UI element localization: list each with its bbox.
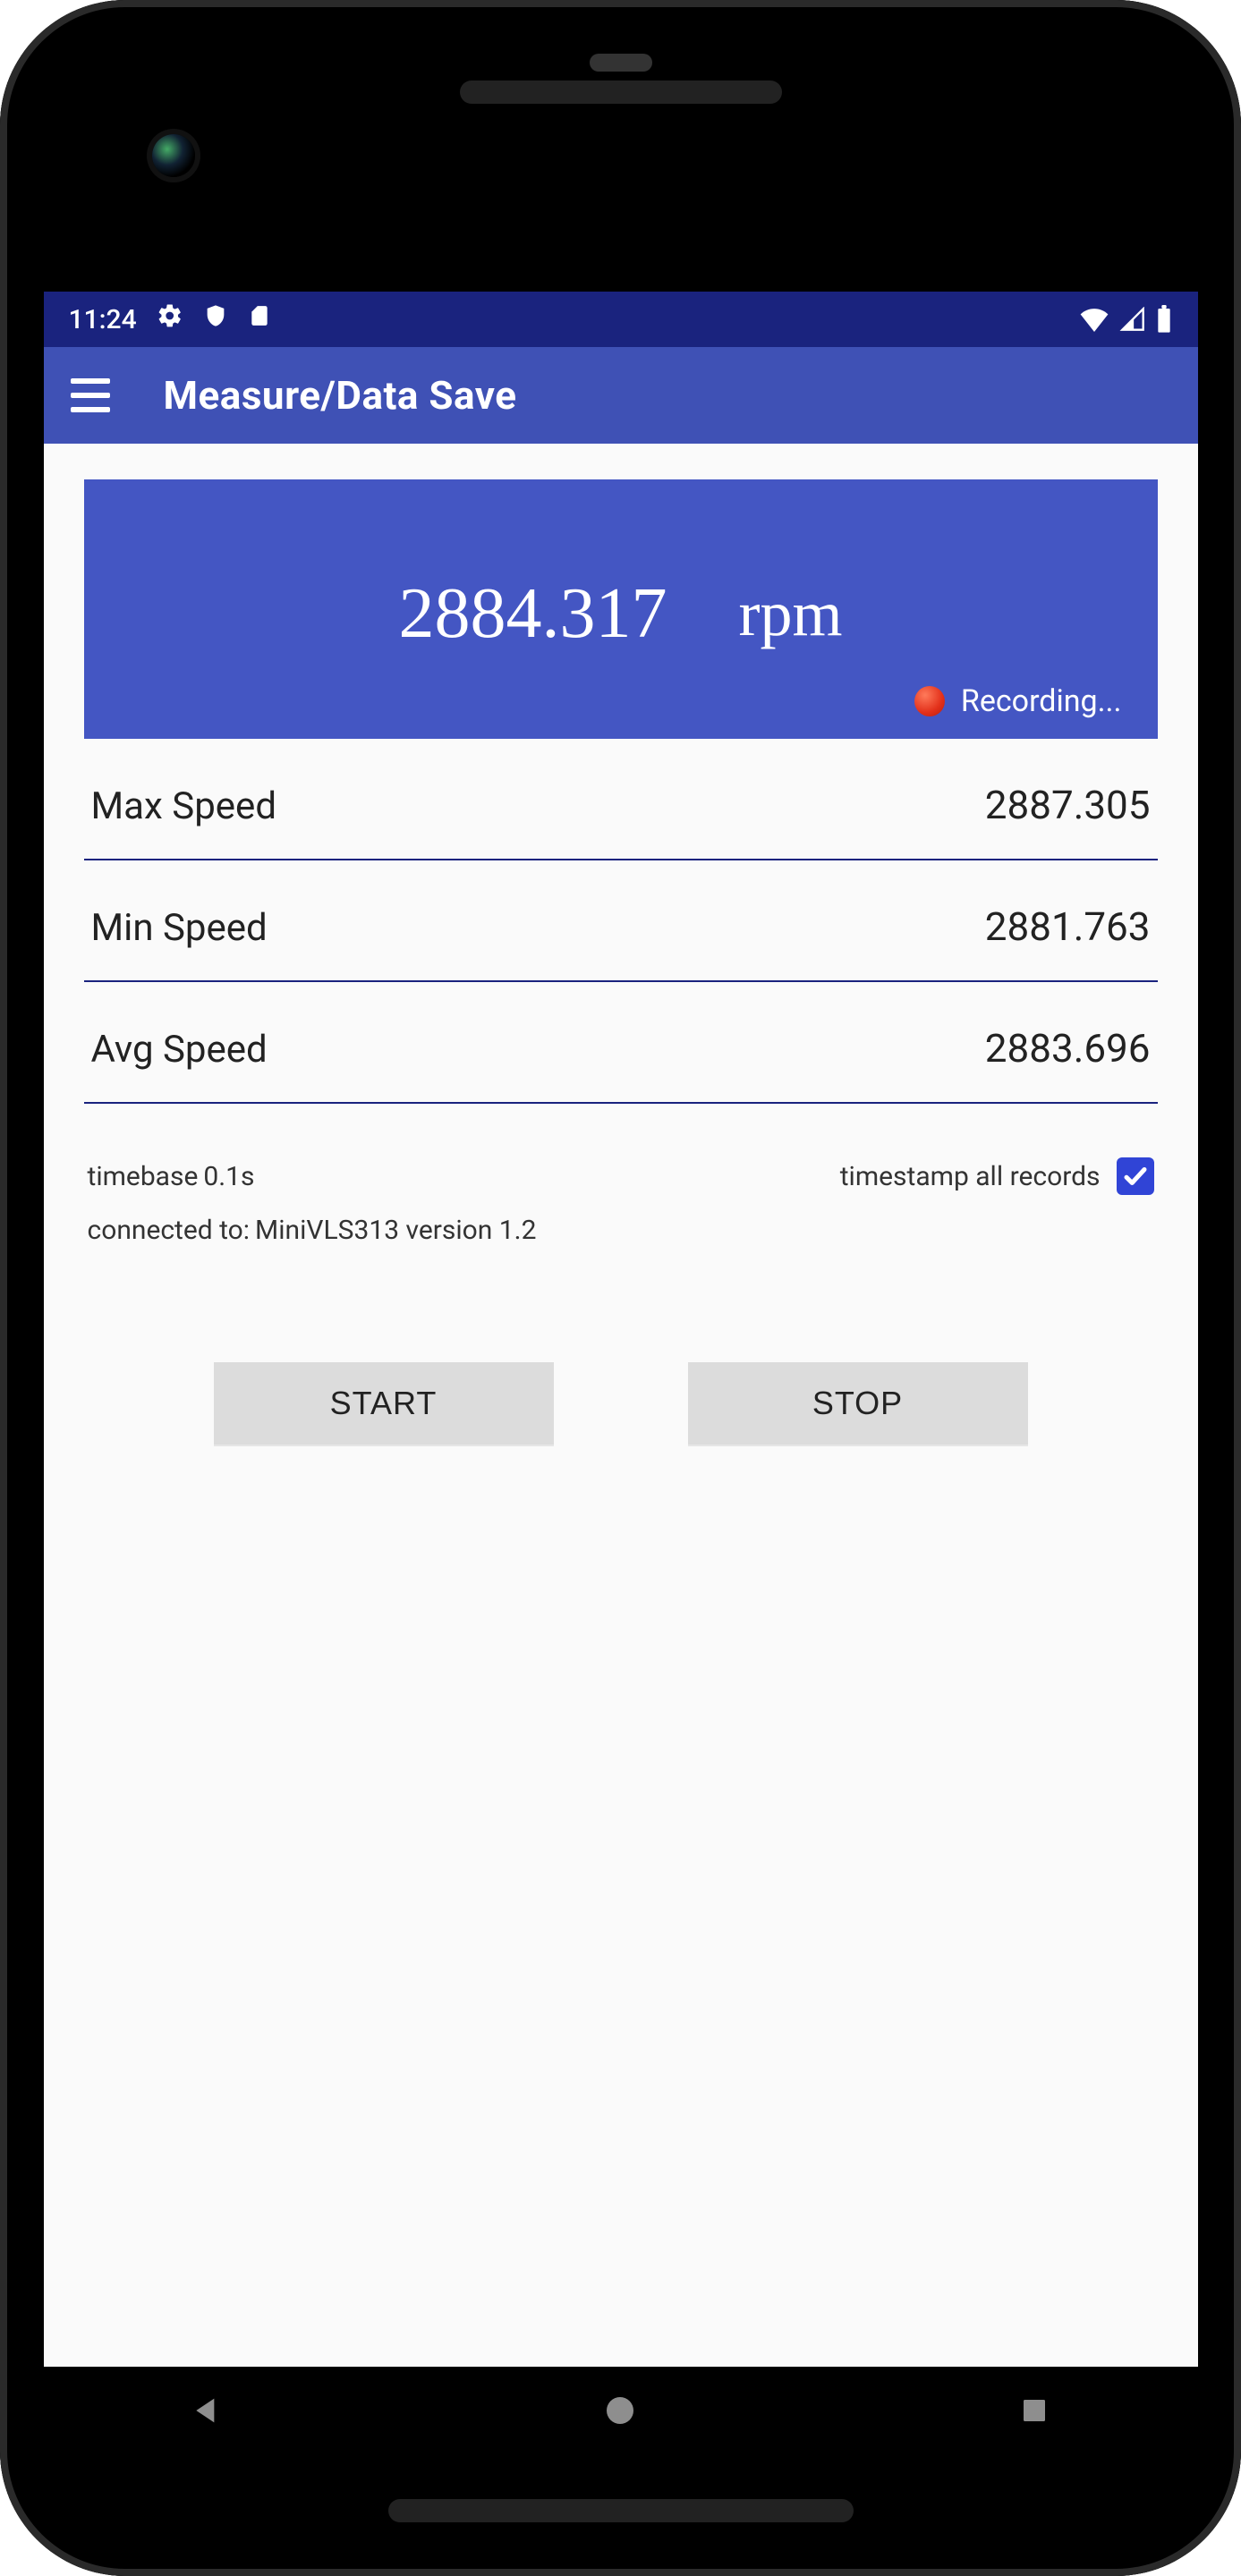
wifi-icon [1078, 307, 1110, 332]
timebase-value: 0.1s [203, 1161, 254, 1192]
check-icon [1122, 1163, 1149, 1190]
connected-label: connected to: [88, 1215, 251, 1246]
button-row: START STOP [84, 1362, 1158, 1445]
start-button[interactable]: START [214, 1362, 554, 1445]
record-dot-icon [914, 686, 945, 716]
app-bar: Measure/Data Save [44, 347, 1198, 444]
reading-panel: 2884.317 rpm Recording... [84, 479, 1158, 739]
stop-button[interactable]: STOP [688, 1362, 1028, 1445]
content-area: 2884.317 rpm Recording... Max Speed 2887… [44, 444, 1198, 2367]
timebase-label: timebase [88, 1161, 199, 1192]
gear-icon [157, 302, 183, 336]
stat-row-max: Max Speed 2887.305 [84, 739, 1158, 860]
stat-label-avg: Avg Speed [91, 1028, 268, 1072]
nav-back-button[interactable] [183, 2387, 230, 2434]
stat-label-max: Max Speed [91, 784, 277, 828]
status-bar-right [1078, 305, 1173, 334]
sd-card-icon [248, 302, 271, 336]
nav-home-button[interactable] [597, 2387, 643, 2434]
status-bar: 11:24 [44, 292, 1198, 347]
reading-value: 2884.317 [399, 573, 667, 655]
timestamp-label: timestamp all records [840, 1161, 1101, 1192]
timebase-group: timebase 0.1s [88, 1161, 255, 1192]
nav-recent-button[interactable] [1011, 2387, 1058, 2434]
recording-indicator: Recording... [914, 683, 1122, 719]
stat-label-min: Min Speed [91, 906, 268, 950]
shield-icon [203, 303, 228, 335]
phone-notch [590, 54, 652, 72]
android-nav-bar [0, 2361, 1241, 2460]
stat-value-min: 2881.763 [985, 903, 1151, 950]
settings-block: timebase 0.1s timestamp all records conn… [84, 1104, 1158, 1246]
stat-value-avg: 2883.696 [985, 1025, 1151, 1072]
stat-row-min: Min Speed 2881.763 [84, 860, 1158, 982]
connected-value: MiniVLS313 version 1.2 [255, 1215, 536, 1246]
stat-value-max: 2887.305 [985, 782, 1151, 828]
cell-signal-icon [1119, 307, 1146, 332]
screen: 11:24 [44, 292, 1198, 2367]
battery-icon [1155, 305, 1173, 334]
connected-row: connected to: MiniVLS313 version 1.2 [88, 1215, 1154, 1246]
status-time: 11:24 [69, 304, 137, 335]
timestamp-checkbox[interactable] [1117, 1157, 1154, 1195]
front-camera [152, 134, 195, 177]
reading-unit: rpm [739, 577, 843, 651]
phone-speaker-bottom [388, 2499, 854, 2522]
phone-earpiece-top [460, 80, 782, 104]
timestamp-group: timestamp all records [840, 1157, 1154, 1195]
phone-frame: 11:24 [0, 0, 1241, 2576]
recording-label: Recording... [961, 683, 1122, 719]
stat-row-avg: Avg Speed 2883.696 [84, 982, 1158, 1104]
status-bar-left: 11:24 [69, 302, 271, 336]
menu-icon[interactable] [71, 378, 110, 412]
page-title: Measure/Data Save [164, 372, 517, 419]
